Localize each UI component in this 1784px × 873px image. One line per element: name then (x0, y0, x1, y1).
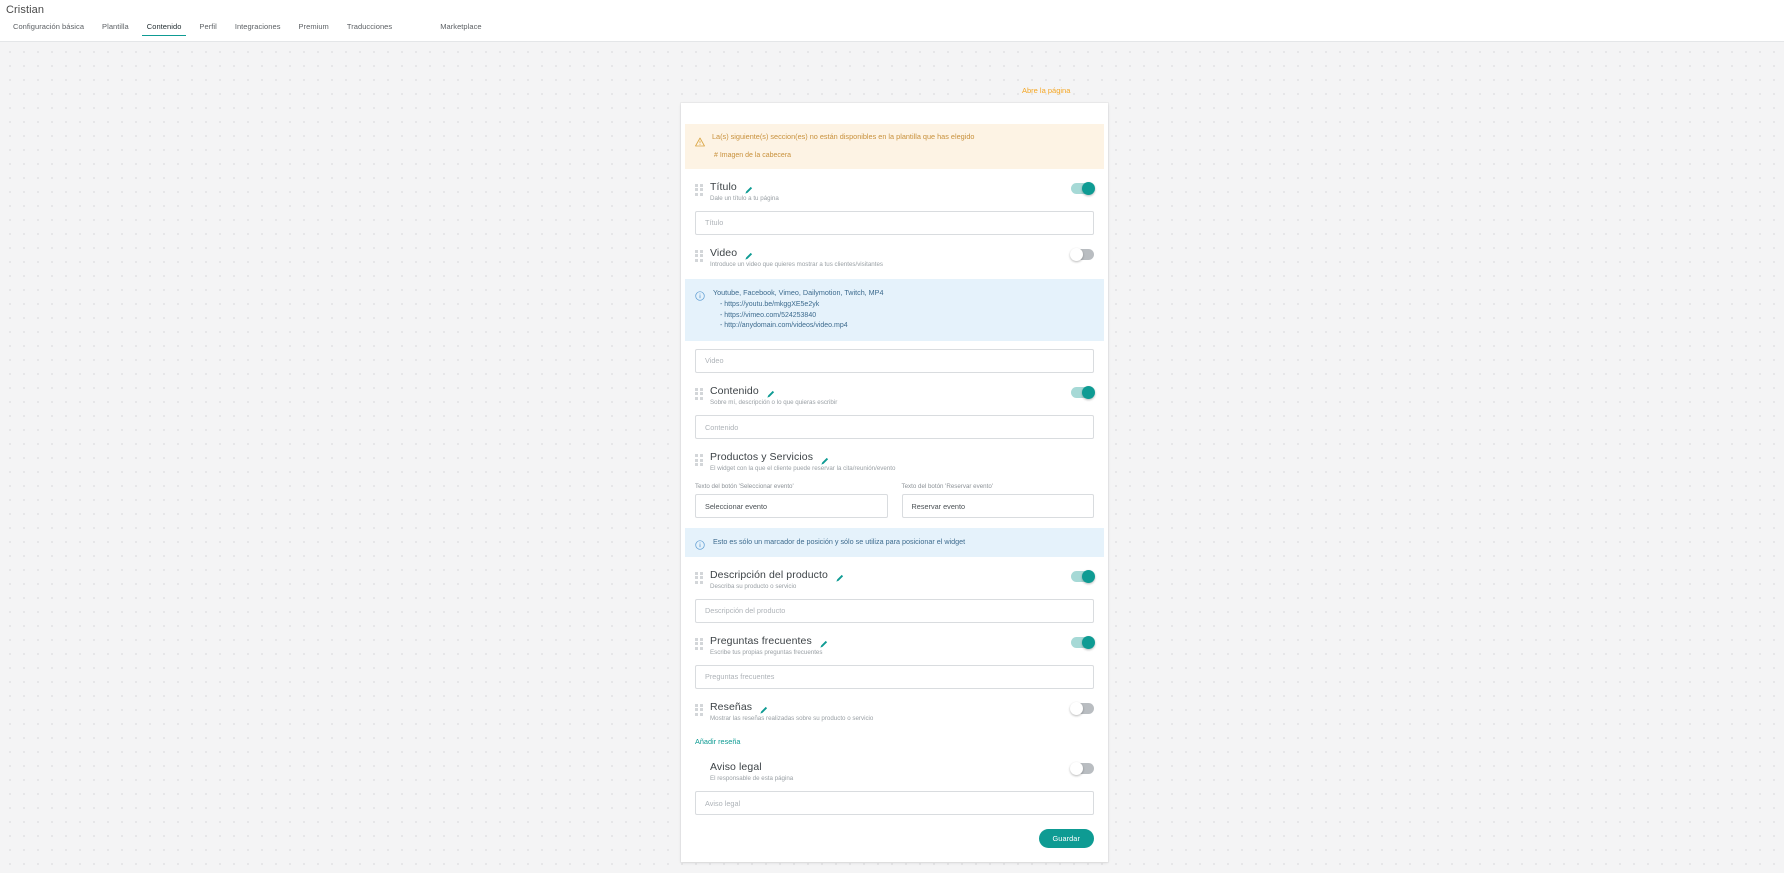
toggle-aviso-legal[interactable] (1070, 762, 1094, 775)
titulo-input-placeholder: Título (705, 218, 724, 228)
pencil-edit-icon[interactable] (766, 386, 775, 399)
section-title: Descripción del producto (710, 568, 828, 581)
section-subtitle: Describa su producto o servicio (710, 582, 797, 590)
section-resenas: Reseñas Mostrar las reseñas realizadas s… (681, 689, 1108, 749)
aviso-legal-input[interactable]: Aviso legal (695, 791, 1094, 816)
editor-canvas: Abre la página La(s) siguiente(s) seccio… (0, 42, 1784, 873)
save-row: Guardar (681, 829, 1108, 849)
nav-tabs: Configuración básica Plantilla Contenido… (4, 22, 491, 42)
section-titulo: Título Dale un título a tu página Título (681, 169, 1108, 235)
drag-handle-icon[interactable] (695, 703, 704, 716)
select-event-label: Texto del botón 'Seleccionar evento' (695, 483, 794, 491)
video-example-url: - https://vimeo.com/524253840 (720, 311, 817, 319)
pencil-edit-icon[interactable] (744, 182, 753, 194)
drag-handle-icon[interactable] (695, 387, 704, 400)
section-subtitle: El widget con la que el cliente puede re… (710, 465, 896, 473)
descripcion-producto-placeholder: Descripción del producto (705, 606, 786, 616)
tab-plantilla[interactable]: Plantilla (93, 22, 138, 36)
section-subtitle: Introduce un video que quieres mostrar a… (710, 260, 883, 268)
warning-item: # Imagen de la cabecera (714, 151, 792, 159)
pencil-edit-icon[interactable] (744, 248, 753, 261)
contenido-input-placeholder: Contenido (705, 422, 739, 432)
toggle-contenido[interactable] (1071, 385, 1095, 399)
section-video-input-wrap: Video (681, 348, 1108, 373)
open-page-link[interactable]: Abre la página (1022, 86, 1070, 95)
unavailable-sections-warning: La(s) siguiente(s) seccion(es) no están … (685, 124, 1104, 169)
toggle-descripcion-producto[interactable] (1071, 569, 1095, 583)
reserve-event-input[interactable]: Reservar evento (901, 494, 1094, 519)
tab-perfil[interactable]: Perfil (190, 22, 225, 36)
video-example-url: - http://anydomain.com/videos/video.mp4 (720, 322, 848, 330)
titulo-input[interactable]: Título (695, 210, 1094, 235)
drag-handle-icon[interactable] (695, 454, 704, 467)
account-name: Cristian (6, 4, 45, 16)
preguntas-frecuentes-placeholder: Preguntas frecuentes (705, 672, 775, 682)
drag-handle-icon[interactable] (695, 571, 704, 584)
info-circle-icon (695, 288, 705, 301)
video-formats-info: Youtube, Facebook, Vimeo, Dailymotion, T… (685, 279, 1104, 341)
tab-integraciones[interactable]: Integraciones (226, 22, 290, 36)
pencil-edit-icon[interactable] (835, 570, 844, 582)
section-contenido: Contenido Sobre mí, descripción o lo que… (681, 373, 1108, 440)
drag-handle-icon[interactable] (695, 637, 704, 650)
video-input[interactable]: Video (695, 348, 1094, 373)
section-subtitle: Escribe tus propias preguntas frecuentes (710, 648, 823, 656)
aviso-legal-placeholder: Aviso legal (705, 798, 741, 808)
drag-handle-icon[interactable] (695, 249, 704, 262)
descripcion-producto-input[interactable]: Descripción del producto (695, 598, 1094, 623)
tab-marketplace[interactable]: Marketplace (431, 22, 490, 36)
toggle-preguntas-frecuentes[interactable] (1071, 635, 1095, 649)
section-title: Aviso legal (710, 761, 762, 773)
section-video: Video Introduce un video que quieres mos… (681, 235, 1108, 269)
reserve-event-button-group: Texto del botón 'Reservar evento' Reserv… (901, 483, 1094, 519)
section-subtitle: Dale un título a tu página (710, 194, 779, 202)
warning-triangle-icon (695, 134, 705, 147)
tab-contenido[interactable]: Contenido (138, 22, 191, 36)
select-event-input[interactable]: Seleccionar evento (695, 494, 888, 519)
video-formats-title: Youtube, Facebook, Vimeo, Dailymotion, T… (713, 288, 884, 297)
video-example-url: - https://youtu.be/mkggXE5e2yk (720, 301, 820, 309)
section-subtitle: Sobre mí, descripción o lo que quieras e… (710, 399, 838, 406)
warning-title: La(s) siguiente(s) seccion(es) no están … (712, 132, 975, 141)
select-event-button-group: Texto del botón 'Seleccionar evento' Sel… (695, 483, 888, 519)
reserve-event-label: Texto del botón 'Reservar evento' (901, 483, 993, 491)
tab-traducciones[interactable]: Traducciones (338, 22, 401, 36)
section-title: Video (710, 246, 738, 259)
tab-premium[interactable]: Premium (290, 22, 338, 36)
section-subtitle: Mostrar las reseñas realizadas sobre su … (710, 714, 874, 722)
top-navigation-bar: Cristian Configuración básica Plantilla … (0, 0, 1784, 42)
section-preguntas-frecuentes: Preguntas frecuentes Escribe tus propias… (681, 623, 1108, 689)
section-title: Título (710, 180, 737, 193)
widget-placeholder-text: Esto es sólo un marcador de posición y s… (713, 537, 966, 547)
widget-placeholder-info: Esto es sólo un marcador de posición y s… (685, 528, 1104, 557)
section-title: Preguntas frecuentes (710, 634, 812, 647)
pencil-edit-icon[interactable] (820, 453, 829, 465)
toggle-titulo[interactable] (1071, 181, 1095, 195)
info-circle-icon (695, 537, 705, 550)
section-aviso-legal: Aviso legal El responsable de esta págin… (681, 749, 1108, 816)
section-title: Reseñas (710, 700, 753, 713)
section-subtitle: El responsable de esta página (710, 775, 794, 783)
video-input-placeholder: Video (705, 356, 724, 366)
section-productos-servicios: Productos y Servicios El widget con la q… (681, 439, 1108, 519)
pencil-edit-icon[interactable] (819, 636, 828, 648)
toggle-resenas[interactable] (1070, 701, 1094, 715)
contenido-input[interactable]: Contenido (695, 415, 1094, 440)
preguntas-frecuentes-input[interactable]: Preguntas frecuentes (695, 664, 1094, 689)
toggle-video[interactable] (1070, 247, 1094, 261)
add-review-link[interactable]: Añadir reseña (695, 737, 740, 746)
content-settings-card: La(s) siguiente(s) seccion(es) no están … (681, 103, 1108, 863)
save-button[interactable]: Guardar (1038, 829, 1094, 849)
pencil-edit-icon[interactable] (759, 702, 768, 715)
section-descripcion-producto: Descripción del producto Describa su pro… (681, 557, 1108, 623)
tab-configuracion-basica[interactable]: Configuración básica (4, 22, 93, 36)
section-title: Productos y Servicios (710, 451, 814, 464)
section-title: Contenido (710, 384, 759, 397)
drag-handle-icon[interactable] (695, 183, 704, 196)
